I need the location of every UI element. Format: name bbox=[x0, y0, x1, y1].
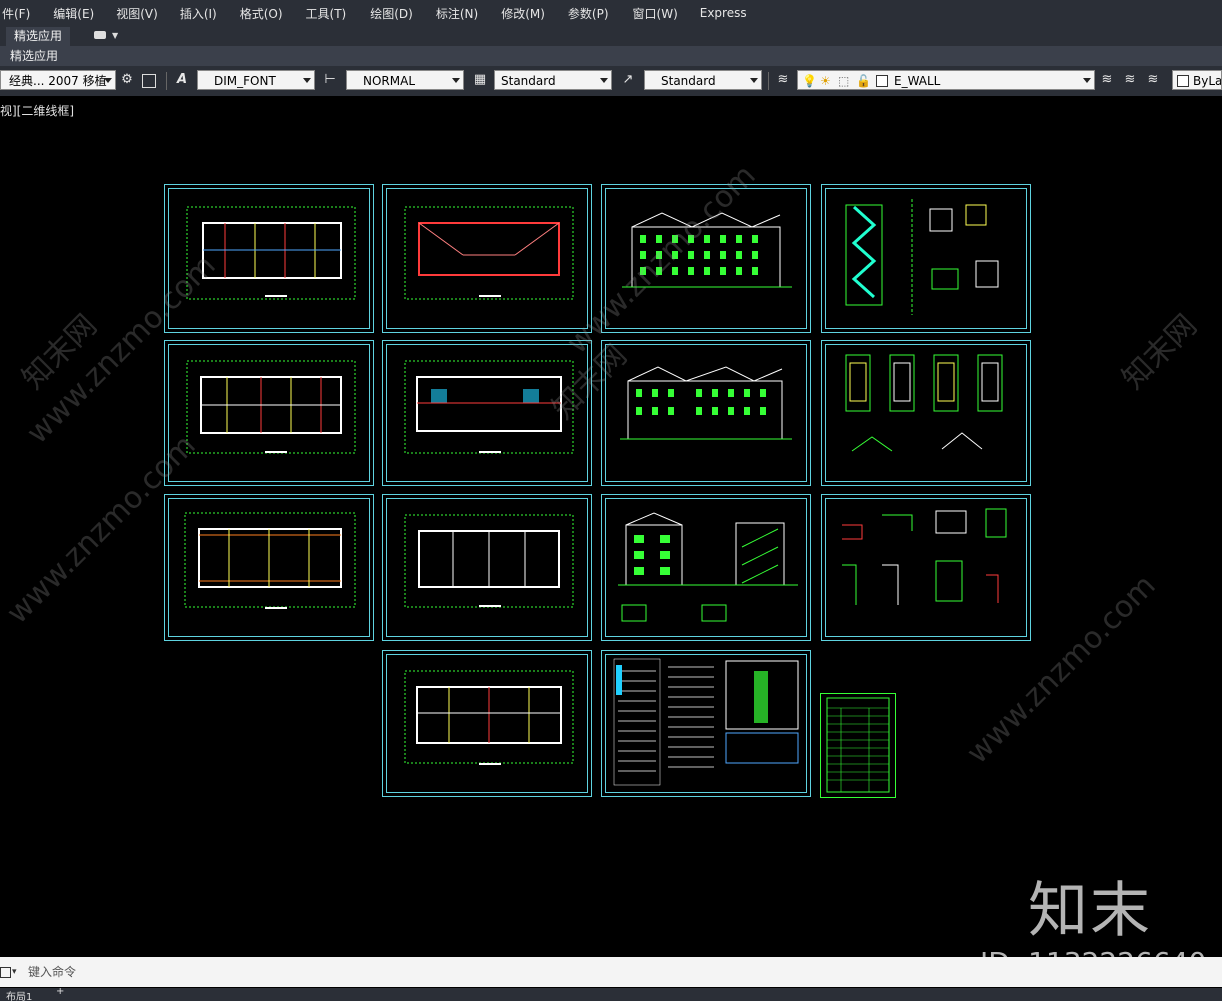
drawing-sheet[interactable] bbox=[601, 184, 811, 333]
drawing-sheet[interactable] bbox=[820, 693, 896, 798]
gear-icon[interactable]: ⚙ bbox=[119, 72, 135, 88]
floor-plan-drawing bbox=[186, 360, 356, 454]
lock-icon: 🔓 bbox=[856, 74, 871, 88]
ribbon-tab-row: 精选应用 ▼ bbox=[0, 26, 1222, 46]
layer-states-icon[interactable]: ≋ bbox=[1145, 72, 1161, 88]
command-line-menu-icon[interactable] bbox=[0, 967, 11, 978]
workspace-select[interactable]: 经典... 2007 移植 bbox=[0, 70, 116, 90]
drawing-sheet[interactable] bbox=[382, 650, 592, 797]
color-value: ByLa bbox=[1193, 74, 1222, 88]
menu-view[interactable]: 视图(V) bbox=[116, 5, 158, 22]
color-swatch bbox=[1177, 75, 1189, 87]
drawing-index-table bbox=[826, 697, 890, 793]
command-input[interactable]: 键入命令 bbox=[28, 957, 76, 987]
layer-on-icon: 💡 bbox=[802, 74, 817, 88]
floor-plan-drawing bbox=[404, 670, 574, 765]
status-bar: 布局1 + bbox=[0, 988, 1222, 1001]
workspace-lock-icon[interactable] bbox=[142, 74, 156, 88]
detail-drawing bbox=[845, 354, 1003, 452]
menu-parametric[interactable]: 参数(P) bbox=[568, 5, 609, 22]
menu-express[interactable]: Express bbox=[700, 6, 747, 20]
menu-bar: 件(F) 编辑(E) 视图(V) 插入(I) 格式(O) 工具(T) 绘图(D)… bbox=[0, 0, 1222, 26]
menu-insert[interactable]: 插入(I) bbox=[180, 5, 217, 22]
drawing-sheet[interactable] bbox=[382, 494, 592, 641]
text-style-icon[interactable]: A bbox=[174, 72, 190, 88]
properties-toolbar: 经典... 2007 移植 ⚙ A DIM_FONT ⊢ NORMAL ▦ St… bbox=[0, 66, 1222, 96]
multileader-style-value: Standard bbox=[661, 74, 716, 88]
floor-plan-drawing bbox=[184, 512, 356, 609]
drawing-sheet[interactable] bbox=[601, 340, 811, 486]
color-select[interactable]: ByLa bbox=[1172, 70, 1222, 90]
menu-modify[interactable]: 修改(M) bbox=[501, 5, 545, 22]
floor-plan-drawing bbox=[186, 206, 356, 300]
menu-format[interactable]: 格式(O) bbox=[240, 5, 283, 22]
menu-window[interactable]: 窗口(W) bbox=[633, 5, 678, 22]
multileader-style-select[interactable]: Standard bbox=[644, 70, 762, 90]
text-style-value: DIM_FONT bbox=[214, 74, 276, 88]
ribbon-panel-label: 精选应用 bbox=[10, 49, 59, 63]
drawing-sheet[interactable] bbox=[164, 340, 374, 486]
menu-draw[interactable]: 绘图(D) bbox=[370, 5, 413, 22]
viewport-freeze-icon: ⬚ bbox=[838, 74, 850, 88]
ribbon-panel: 精选应用 bbox=[0, 46, 1222, 66]
layer-previous-icon[interactable]: ≋ bbox=[1122, 72, 1138, 88]
text-style-select[interactable]: DIM_FONT bbox=[197, 70, 315, 90]
drawing-sheet[interactable] bbox=[164, 184, 374, 333]
drawing-sheet[interactable] bbox=[821, 494, 1031, 641]
elevation-drawing bbox=[622, 212, 792, 288]
elevation-drawing bbox=[620, 366, 792, 440]
menu-file[interactable]: 件(F) bbox=[2, 5, 30, 22]
watermark-logo: 知末 bbox=[1028, 876, 1152, 946]
chevron-down-icon[interactable]: ▾ bbox=[12, 957, 17, 987]
make-current-layer-icon[interactable]: ≋ bbox=[1099, 72, 1115, 88]
dim-style-icon[interactable]: ⊢ bbox=[322, 72, 338, 88]
ribbon-tab-featured[interactable]: 精选应用 bbox=[6, 27, 71, 46]
layout-tab[interactable]: 布局1 bbox=[6, 988, 32, 1001]
drawing-sheet[interactable] bbox=[601, 494, 811, 641]
layer-value: E_WALL bbox=[894, 74, 941, 88]
chevron-down-icon[interactable]: ▼ bbox=[112, 31, 118, 40]
drawing-sheet[interactable] bbox=[821, 184, 1031, 333]
multileader-style-icon[interactable]: ↗ bbox=[620, 72, 636, 88]
menu-edit[interactable]: 编辑(E) bbox=[53, 5, 94, 22]
drawing-sheet[interactable] bbox=[382, 340, 592, 486]
detail-drawing bbox=[842, 508, 1007, 605]
dim-style-select[interactable]: NORMAL bbox=[346, 70, 464, 90]
floor-plan-drawing bbox=[404, 514, 574, 608]
menu-dimension[interactable]: 标注(N) bbox=[436, 5, 478, 22]
design-notes-drawing bbox=[613, 658, 799, 786]
command-line[interactable]: ▾ 键入命令 bbox=[0, 957, 1222, 987]
drawing-canvas[interactable] bbox=[0, 96, 1222, 946]
layer-color-swatch bbox=[876, 75, 888, 87]
floor-plan-drawing bbox=[404, 360, 574, 454]
layer-properties-icon[interactable]: ≋ bbox=[775, 72, 791, 88]
dim-style-value: NORMAL bbox=[363, 74, 416, 88]
drawing-sheet[interactable] bbox=[821, 340, 1031, 486]
drawing-sheet[interactable] bbox=[164, 494, 374, 641]
sun-icon: ☀ bbox=[820, 74, 831, 88]
add-layout-icon[interactable]: + bbox=[56, 988, 64, 997]
table-style-value: Standard bbox=[501, 74, 556, 88]
camera-icon[interactable] bbox=[94, 31, 106, 39]
drawing-sheet[interactable] bbox=[382, 184, 592, 333]
roof-plan-drawing bbox=[404, 206, 574, 300]
layer-select[interactable]: 💡 ☀ ⬚ 🔓 E_WALL bbox=[797, 70, 1095, 90]
table-style-icon[interactable]: ▦ bbox=[472, 72, 488, 88]
workspace-value: 经典... 2007 移植 bbox=[9, 74, 107, 88]
drawing-sheet[interactable] bbox=[601, 650, 811, 797]
section-drawing bbox=[618, 512, 798, 622]
stair-section-drawing bbox=[845, 199, 999, 315]
menu-tools[interactable]: 工具(T) bbox=[306, 5, 347, 22]
table-style-select[interactable]: Standard bbox=[494, 70, 612, 90]
